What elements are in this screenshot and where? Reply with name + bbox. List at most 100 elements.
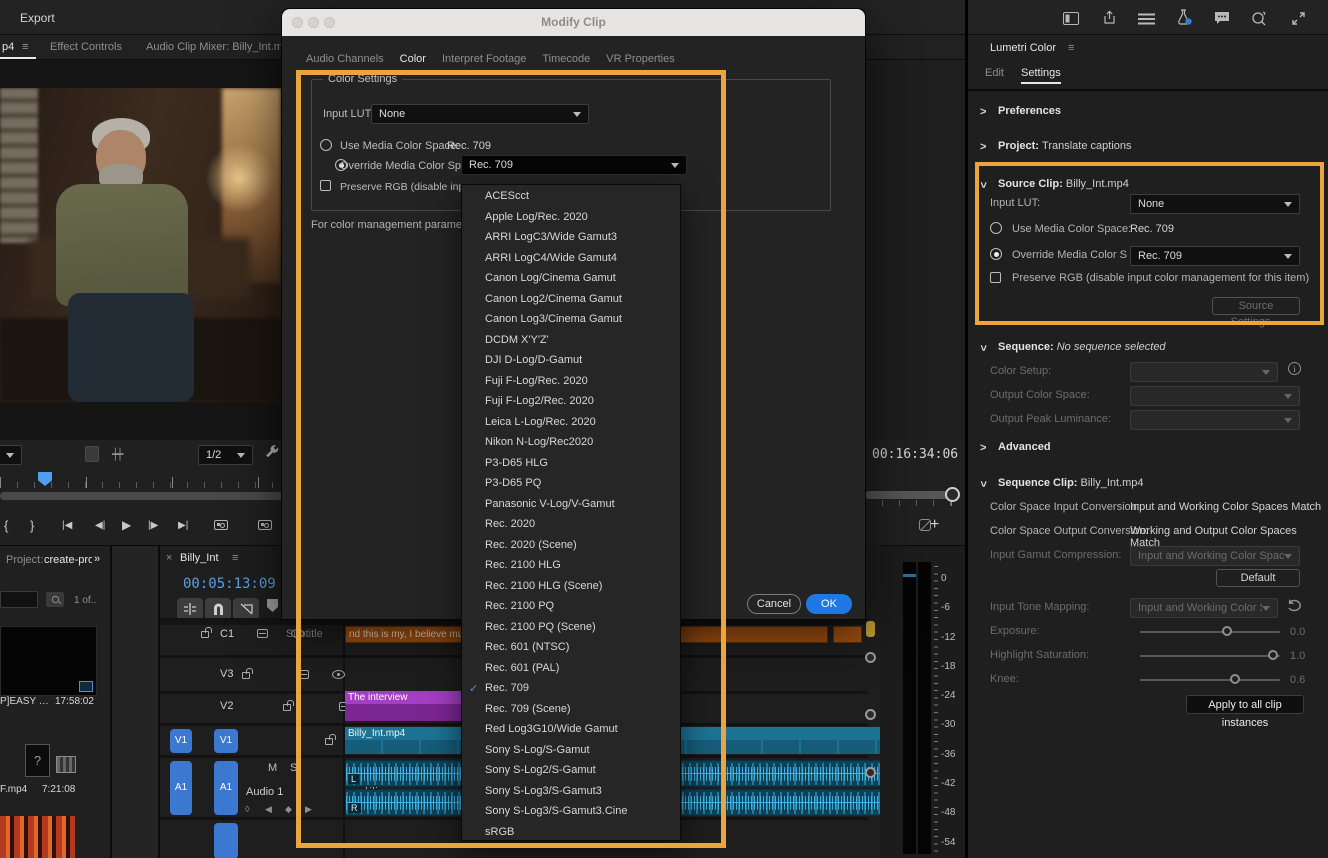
monitor-mode-select[interactable] [0, 445, 22, 465]
wrench-icon[interactable] [264, 444, 280, 460]
tab-timecode[interactable]: Timecode [542, 53, 590, 65]
play-button[interactable]: ▶ [122, 518, 131, 532]
clip-name[interactable]: P]EASY … [0, 696, 52, 707]
color-space-option[interactable]: ✓ ARRI LogC3/Wide Gamut3 [462, 227, 680, 248]
mute-button-a1[interactable]: M [268, 762, 277, 774]
workspace-icon[interactable] [1062, 9, 1080, 27]
color-space-option[interactable]: ✓ Rec. 601 (PAL) [462, 658, 680, 679]
tab-menu-icon[interactable]: ≡ [22, 41, 28, 53]
color-space-option[interactable]: ✓ Leica L-Log/Rec. 2020 [462, 412, 680, 433]
color-space-option[interactable]: ✓ Panasonic V-Log/V-Gamut [462, 494, 680, 515]
input-lut-select[interactable]: None [1130, 194, 1300, 214]
track-resize-handle[interactable] [865, 767, 876, 778]
timeline-tab[interactable]: Billy_Int [180, 552, 219, 564]
color-space-option[interactable]: ✓ DJI D-Log/D-Gamut [462, 350, 680, 371]
overwrite-button[interactable] [258, 520, 272, 530]
solo-button-a1[interactable]: S [290, 762, 297, 774]
lock-icon-v3[interactable] [242, 672, 250, 679]
add-keyframe-icon[interactable]: ◆ [285, 804, 292, 815]
exposure-slider[interactable] [1140, 631, 1280, 633]
tab-audio-clip-mixer[interactable]: Audio Clip Mixer: Billy_Int.mp4 [146, 41, 295, 53]
track-target-a2[interactable] [214, 823, 238, 858]
mini-scrollbar[interactable] [865, 491, 958, 499]
color-space-option[interactable]: ✓ P3-D65 HLG [462, 453, 680, 474]
color-space-option[interactable]: ✓ Sony S-Log3/S-Gamut3 [462, 781, 680, 802]
insert-mode-button[interactable] [177, 598, 203, 620]
macos-zoom-button[interactable] [324, 17, 335, 28]
track-target-v1[interactable]: V1 [214, 729, 238, 753]
macos-close-button[interactable] [292, 17, 303, 28]
snap-button[interactable] [205, 598, 231, 620]
color-setup-select[interactable] [1130, 362, 1278, 382]
sequence-clip-section[interactable]: > Sequence Clip: Billy_Int.mp4 [968, 477, 1328, 493]
timeline-menu-icon[interactable]: ≡ [232, 552, 238, 564]
color-space-option[interactable]: ✓ Rec. 2020 [462, 514, 680, 535]
color-space-option[interactable]: ✓ Rec. 601 (NTSC) [462, 637, 680, 658]
tone-mapping-select[interactable]: Input and Working Color S… [1130, 598, 1278, 618]
default-button[interactable]: Default [1216, 569, 1300, 587]
color-space-option[interactable]: ✓ ACEScct [462, 186, 680, 207]
project-search-input[interactable] [0, 591, 38, 608]
feedback-chat-icon[interactable] [1213, 9, 1231, 27]
output-peak-select[interactable] [1130, 410, 1300, 430]
linked-selection-button[interactable] [233, 598, 259, 620]
color-space-option[interactable]: ✓ Rec. 2100 HLG [462, 555, 680, 576]
menu-icon[interactable] [1137, 10, 1155, 28]
lock-icon-v2[interactable] [283, 704, 291, 711]
mark-in-button[interactable]: { [4, 518, 8, 533]
track-resize-handle[interactable] [865, 709, 876, 720]
tab-interpret-footage[interactable]: Interpret Footage [442, 53, 526, 65]
advanced-section[interactable]: > Advanced [968, 441, 1328, 457]
settings-icon[interactable] [85, 446, 99, 462]
track-target-a1[interactable]: A1 [214, 761, 238, 815]
lock-icon-c1[interactable] [201, 631, 209, 638]
source-settings-button[interactable]: Source Settings… [1212, 297, 1300, 315]
knee-slider[interactable] [1140, 679, 1280, 681]
override-select[interactable]: Rec. 709 [1130, 246, 1300, 266]
source-clip-section[interactable]: > Source Clip: Billy_Int.mp4 [968, 178, 1328, 194]
lock-icon-v1[interactable] [325, 738, 333, 745]
tab-effect-controls[interactable]: Effect Controls [50, 41, 122, 53]
prev-keyframe-icon[interactable]: ◀ [265, 804, 272, 815]
color-space-option[interactable]: ✓ Rec. 709 (Scene) [462, 699, 680, 720]
color-space-option[interactable]: ✓ Canon Log/Cinema Gamut [462, 268, 680, 289]
macos-minimize-button[interactable] [308, 17, 319, 28]
step-forward-button[interactable]: |▶ [148, 520, 158, 531]
color-space-option[interactable]: ✓ Rec. 2020 (Scene) [462, 535, 680, 556]
dialog-input-lut-select[interactable]: None [371, 104, 589, 124]
sequence-section[interactable]: > Sequence: No sequence selected [968, 341, 1328, 357]
mark-out-button[interactable]: } [30, 518, 34, 533]
search-bin-icon[interactable] [46, 592, 64, 607]
dialog-override-select[interactable]: Rec. 709 [461, 155, 687, 175]
tab-source-clip[interactable]: p4 [2, 41, 14, 53]
dialog-preserve-checkbox[interactable] [320, 180, 331, 191]
insert-button[interactable] [214, 520, 228, 530]
color-space-option[interactable]: ✓ Fuji F-Log2/Rec. 2020 [462, 391, 680, 412]
nest-icon-c1[interactable] [257, 629, 268, 638]
info-icon[interactable]: i [1288, 362, 1301, 375]
reset-icon[interactable] [1286, 598, 1302, 612]
color-space-option[interactable]: ✓ P3-D65 PQ [462, 473, 680, 494]
color-space-option[interactable]: ✓ sRGB [462, 822, 680, 843]
ok-button[interactable]: OK [806, 594, 852, 614]
dialog-titlebar[interactable]: Modify Clip [282, 9, 865, 36]
add-marker-button[interactable] [267, 599, 278, 612]
color-space-option[interactable]: ✓ Rec. 709 [462, 678, 680, 699]
cancel-button[interactable]: Cancel [747, 594, 801, 614]
source-patch-v1[interactable]: V1 [170, 729, 192, 753]
close-tab-icon[interactable]: × [166, 552, 172, 564]
color-space-option[interactable]: ✓ Sony S-Log3/S-Gamut3.Cine [462, 801, 680, 822]
step-back-button[interactable]: ◀| [95, 520, 105, 531]
apply-all-button[interactable]: Apply to all clip instances [1186, 695, 1304, 714]
override-radio[interactable] [990, 248, 1002, 260]
color-space-option[interactable]: ✓ Sony S-Log/S-Gamut [462, 740, 680, 761]
source-patch-a1[interactable]: A1 [170, 761, 192, 815]
color-space-option[interactable]: ✓ Sony S-Log2/S-Gamut [462, 760, 680, 781]
goto-in-button[interactable]: |◀ [62, 520, 72, 531]
clip-thumbnail[interactable] [0, 626, 97, 696]
offline-clip-thumbnail[interactable]: ? [25, 744, 50, 777]
lumetri-tab-settings[interactable]: Settings [1021, 67, 1061, 84]
tab-color[interactable]: Color [400, 53, 426, 65]
lumetri-menu-icon[interactable]: ≡ [1068, 42, 1074, 54]
color-space-option[interactable]: ✓ Rec. 2100 PQ [462, 596, 680, 617]
